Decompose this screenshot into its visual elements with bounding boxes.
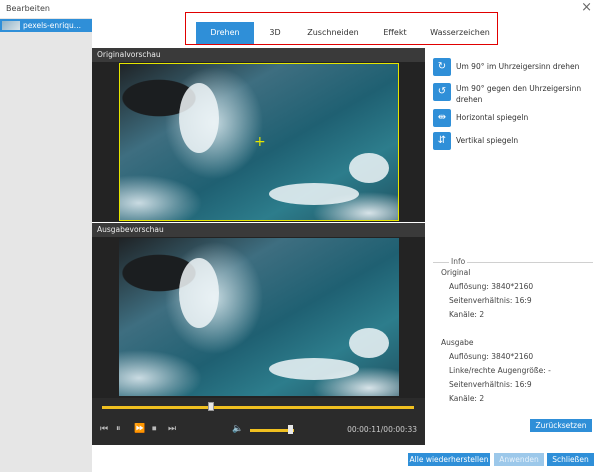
info-panel: Info Original Auflösung: 3840*2160 Seite… xyxy=(433,257,593,408)
tab-zuschneiden[interactable]: Zuschneiden xyxy=(296,22,370,44)
file-list-item[interactable]: pexels-enriqu... xyxy=(0,19,92,32)
pause-icon[interactable]: ⏸ xyxy=(116,423,121,435)
foam-shape xyxy=(179,258,219,328)
flip-horizontal-label: Horizontal spiegeln xyxy=(456,113,529,122)
output-preview-area xyxy=(92,237,425,398)
original-channels: Kanäle: 2 xyxy=(449,310,485,319)
tab-effekt[interactable]: Effekt xyxy=(370,22,420,44)
rotate-cw-label: Um 90° im Uhrzeigersinn drehen xyxy=(456,62,580,71)
stop-icon[interactable]: ⏹ xyxy=(152,423,157,435)
volume-handle[interactable] xyxy=(287,425,293,434)
file-name: pexels-enriqu... xyxy=(23,21,81,30)
output-video-frame xyxy=(119,238,399,396)
foam-shape xyxy=(349,153,389,183)
tab-3d[interactable]: 3D xyxy=(254,22,296,44)
flip-vertical-label: Vertikal spiegeln xyxy=(456,136,519,145)
apply-button[interactable]: Anwenden xyxy=(494,453,544,466)
restore-all-button[interactable]: Alle wiederherstellen xyxy=(408,453,490,466)
progress-handle[interactable] xyxy=(208,402,215,411)
foam-shape xyxy=(269,183,359,205)
flip-vertical-option[interactable]: ⇵ Vertikal spiegeln xyxy=(433,132,593,152)
original-video-frame[interactable]: + xyxy=(119,63,399,221)
original-resolution: Auflösung: 3840*2160 xyxy=(449,282,534,291)
window-title: Bearbeiten xyxy=(6,4,50,13)
volume-icon[interactable]: 🔈 xyxy=(232,423,243,435)
tab-drehen[interactable]: Drehen xyxy=(196,22,254,44)
original-preview-area: + xyxy=(92,62,425,222)
fast-forward-icon[interactable]: ⏩ xyxy=(134,423,145,435)
progress-bar[interactable] xyxy=(102,406,414,409)
tab-wasserzeichen[interactable]: Wasserzeichen xyxy=(420,22,500,44)
original-aspect: Seitenverhältnis: 16:9 xyxy=(449,296,532,305)
output-eye-size: Linke/rechte Augengröße: - xyxy=(449,366,551,375)
video-thumbnail xyxy=(2,21,20,30)
flip-horizontal-option[interactable]: ⇹ Horizontal spiegeln xyxy=(433,109,593,129)
player-controls: ⏮ ⏸ ⏩ ⏹ ⏭ 🔈 00:00:11/00:00:33 xyxy=(92,398,425,445)
rotate-ccw-label: Um 90° gegen den Uhrzeigersinn drehen xyxy=(456,84,582,104)
close-button[interactable]: Schließen xyxy=(547,453,594,466)
rotate-ccw-option[interactable]: ↺ Um 90° gegen den Uhrzeigersinn drehen xyxy=(433,83,593,107)
original-preview-label: Originalvorschau xyxy=(92,48,425,62)
rotate-cw-icon: ↻ xyxy=(433,58,451,76)
output-heading: Ausgabe xyxy=(441,338,474,347)
foam-shape xyxy=(349,328,389,358)
time-display: 00:00:11/00:00:33 xyxy=(347,425,417,434)
rotate-cw-option[interactable]: ↻ Um 90° im Uhrzeigersinn drehen xyxy=(433,58,593,80)
flip-horizontal-icon: ⇹ xyxy=(433,109,451,127)
skip-back-icon[interactable]: ⏮ xyxy=(100,423,108,435)
output-aspect: Seitenverhältnis: 16:9 xyxy=(449,380,532,389)
flip-vertical-icon: ⇵ xyxy=(433,132,451,150)
skip-forward-icon[interactable]: ⏭ xyxy=(168,423,176,435)
original-heading: Original xyxy=(441,268,471,277)
crosshair-icon: + xyxy=(254,134,266,150)
file-list-sidebar: pexels-enriqu... xyxy=(0,18,92,472)
foam-shape xyxy=(269,358,359,380)
output-preview-label: Ausgabevorschau xyxy=(92,223,425,237)
close-icon[interactable]: × xyxy=(581,1,592,15)
edit-tabs: Drehen 3D Zuschneiden Effekt Wasserzeich… xyxy=(196,22,500,44)
output-resolution: Auflösung: 3840*2160 xyxy=(449,352,534,361)
info-legend: Info xyxy=(449,257,468,266)
reset-button[interactable]: Zurücksetzen xyxy=(530,419,592,432)
rotate-ccw-icon: ↺ xyxy=(433,83,451,101)
output-channels: Kanäle: 2 xyxy=(449,394,485,403)
foam-shape xyxy=(179,83,219,153)
